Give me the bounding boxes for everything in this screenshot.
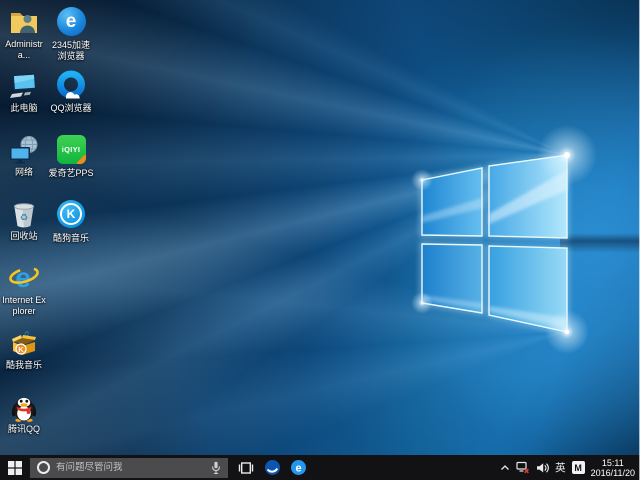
svg-text:e: e bbox=[295, 463, 301, 475]
desktop-icon-recycle-bin[interactable]: ♻ 回收站 bbox=[1, 198, 47, 242]
volume-icon[interactable] bbox=[536, 462, 549, 474]
icon-label: Administra... bbox=[1, 39, 47, 61]
cortana-search-box[interactable] bbox=[30, 458, 228, 478]
desktop-icon-administrator[interactable]: Administra... bbox=[1, 6, 47, 61]
taskbar: e 英 M bbox=[0, 455, 640, 480]
microphone-icon[interactable] bbox=[211, 461, 221, 475]
clock-date: 2016/11/20 bbox=[591, 468, 635, 478]
taskbar-qq-browser-button[interactable] bbox=[259, 455, 285, 480]
wallpaper bbox=[0, 0, 640, 455]
windows-hero-logo bbox=[0, 0, 640, 455]
iqiyi-pps-icon: iQIYI bbox=[55, 135, 87, 167]
taskbar-2345-browser-button[interactable]: e bbox=[285, 455, 311, 480]
svg-text:♻: ♻ bbox=[20, 213, 29, 224]
qq-browser-icon bbox=[55, 70, 87, 102]
kuwo-music-icon: ♫ K bbox=[8, 327, 40, 359]
search-input[interactable] bbox=[56, 462, 207, 473]
icon-label: Internet Explorer bbox=[1, 295, 47, 317]
task-view-icon bbox=[238, 462, 254, 474]
user-folder-icon bbox=[8, 6, 40, 38]
icon-label: 2345加速浏览器 bbox=[48, 40, 94, 62]
internet-explorer-icon: e bbox=[8, 262, 40, 294]
desktop-icon-qq-browser[interactable]: QQ浏览器 bbox=[48, 70, 94, 114]
network-icon bbox=[8, 134, 40, 166]
icon-label: 回收站 bbox=[1, 231, 47, 242]
desktop-icon-this-pc[interactable]: 此电脑 bbox=[1, 70, 47, 114]
recycle-bin-icon: ♻ bbox=[8, 198, 40, 230]
windows-logo-icon bbox=[8, 461, 22, 475]
cortana-icon bbox=[37, 461, 50, 474]
icon-label: 此电脑 bbox=[1, 103, 47, 114]
qq-browser-taskbar-icon bbox=[264, 459, 281, 476]
icon-label: 网络 bbox=[1, 167, 47, 178]
2345-browser-taskbar-icon: e bbox=[290, 459, 307, 476]
desktop-icon-network[interactable]: 网络 bbox=[1, 134, 47, 178]
icon-label: 腾讯QQ bbox=[1, 424, 47, 435]
windows-desktop: Administra... 此电脑 bbox=[0, 0, 640, 480]
icon-label: 酷狗音乐 bbox=[48, 233, 94, 244]
kugou-music-icon: K bbox=[55, 200, 87, 232]
tray-chevron-up-icon[interactable] bbox=[500, 463, 510, 472]
desktop-icon-internet-explorer[interactable]: e Internet Explorer bbox=[1, 262, 47, 317]
desktop-icon-tencent-qq[interactable]: 腾讯QQ bbox=[1, 391, 47, 435]
svg-text:K: K bbox=[18, 345, 24, 354]
taskbar-clock[interactable]: 15:11 2016/11/20 bbox=[591, 458, 635, 478]
start-button[interactable] bbox=[0, 455, 30, 480]
icon-label: 爱奇艺PPS bbox=[48, 168, 94, 179]
system-tray: 英 M 15:11 2016/11/20 bbox=[500, 455, 640, 480]
desktop-icon-iqiyi-pps[interactable]: iQIYI 爱奇艺PPS bbox=[48, 134, 94, 179]
clock-time: 15:11 bbox=[602, 458, 624, 468]
this-pc-icon bbox=[8, 70, 40, 102]
icon-label: 酷我音乐 bbox=[1, 360, 47, 371]
desktop-icon-2345-browser[interactable]: e 2345加速浏览器 bbox=[48, 6, 94, 62]
2345-browser-icon: e bbox=[55, 7, 87, 39]
svg-text:e: e bbox=[15, 262, 31, 293]
ime-mode-indicator[interactable]: M bbox=[572, 461, 585, 474]
qq-penguin-icon bbox=[8, 391, 40, 423]
desktop-icon-kugou-music[interactable]: K 酷狗音乐 bbox=[48, 198, 94, 244]
ime-language-indicator[interactable]: 英 bbox=[555, 460, 566, 475]
icon-label: QQ浏览器 bbox=[48, 103, 94, 114]
desktop-icon-kuwo-music[interactable]: ♫ K 酷我音乐 bbox=[1, 327, 47, 371]
network-disconnected-icon[interactable] bbox=[516, 461, 530, 474]
task-view-button[interactable] bbox=[233, 455, 259, 480]
